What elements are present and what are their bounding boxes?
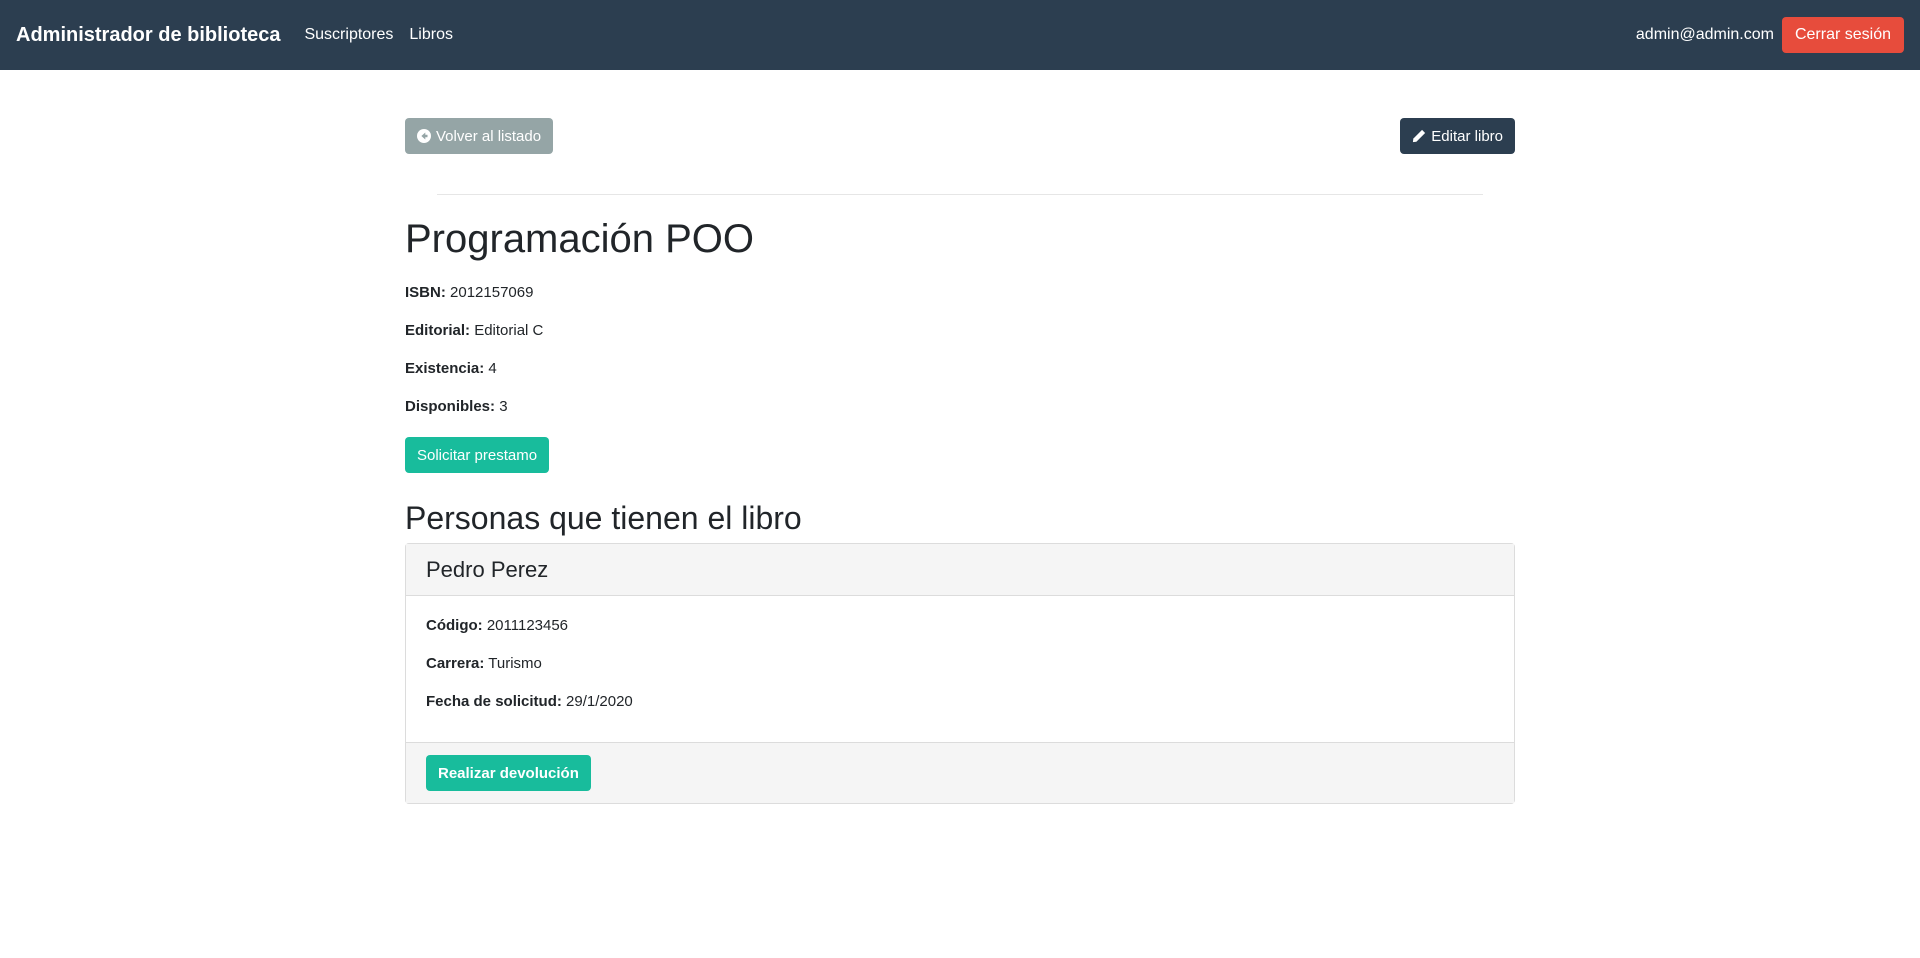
holder-card-footer: Realizar devolución bbox=[406, 742, 1514, 804]
back-to-list-label: Volver al listado bbox=[436, 127, 542, 145]
nav-right: admin@admin.com Cerrar sesión bbox=[1636, 17, 1904, 53]
stock-value: 4 bbox=[488, 360, 497, 377]
brand-link[interactable]: Administrador de biblioteca bbox=[16, 24, 280, 47]
holder-career-label: Carrera: bbox=[426, 655, 485, 673]
isbn-label: ISBN: bbox=[405, 284, 446, 301]
stock-field: Existencia: 4 bbox=[405, 361, 1515, 377]
publisher-value: Editorial C bbox=[474, 322, 544, 339]
main-content: Volver al listado Editar libro Programac… bbox=[405, 70, 1515, 805]
holder-code-field: Código: 2011123456 bbox=[426, 618, 1494, 634]
holder-name: Pedro Perez bbox=[406, 544, 1514, 597]
holder-date-value: 29/1/2020 bbox=[566, 693, 633, 711]
isbn-value: 2012157069 bbox=[450, 284, 534, 301]
holder-date-label: Fecha de solicitud: bbox=[426, 693, 562, 711]
request-loan-button[interactable]: Solicitar prestamo bbox=[405, 437, 550, 473]
nav-link-libros[interactable]: Libros bbox=[409, 26, 453, 44]
logout-button[interactable]: Cerrar sesión bbox=[1781, 17, 1904, 53]
holder-code-label: Código: bbox=[426, 617, 483, 635]
request-wrap: Solicitar prestamo bbox=[405, 437, 1515, 473]
user-email: admin@admin.com bbox=[1635, 26, 1774, 43]
holder-card: Pedro Perez Código: 2011123456 Carrera: … bbox=[405, 543, 1515, 805]
nav-left: Administrador de biblioteca Suscriptores… bbox=[16, 24, 469, 47]
holder-code-value: 2011123456 bbox=[486, 617, 569, 635]
holders-title: Personas que tienen el libro bbox=[405, 500, 802, 536]
available-field: Disponibles: 3 bbox=[405, 399, 1515, 415]
isbn-field: ISBN: 2012157069 bbox=[405, 285, 1515, 301]
publisher-label: Editorial: bbox=[405, 322, 471, 339]
top-actions: Volver al listado Editar libro bbox=[405, 118, 1515, 154]
available-value: 3 bbox=[499, 398, 508, 415]
nav-link-suscriptores[interactable]: Suscriptores bbox=[304, 26, 393, 44]
stock-label: Existencia: bbox=[405, 360, 485, 377]
holder-career-value: Turismo bbox=[488, 655, 542, 673]
return-book-button[interactable]: Realizar devolución bbox=[426, 755, 591, 792]
arrow-circle-left-icon bbox=[417, 129, 431, 143]
edit-book-label: Editar libro bbox=[1431, 127, 1503, 145]
top-navbar: Administrador de biblioteca Suscriptores… bbox=[0, 0, 1920, 70]
holder-date-field: Fecha de solicitud: 29/1/2020 bbox=[426, 694, 1494, 710]
edit-book-button[interactable]: Editar libro bbox=[1400, 118, 1515, 154]
holder-details: Código: 2011123456 Carrera: Turismo Fech… bbox=[406, 596, 1514, 742]
holder-career-field: Carrera: Turismo bbox=[426, 656, 1494, 672]
available-label: Disponibles: bbox=[405, 398, 496, 415]
publisher-field: Editorial: Editorial C bbox=[405, 323, 1515, 339]
book-title: Programación POO bbox=[405, 217, 755, 261]
divider bbox=[437, 194, 1483, 195]
back-to-list-button[interactable]: Volver al listado bbox=[405, 118, 554, 154]
pencil-icon bbox=[1412, 129, 1426, 143]
